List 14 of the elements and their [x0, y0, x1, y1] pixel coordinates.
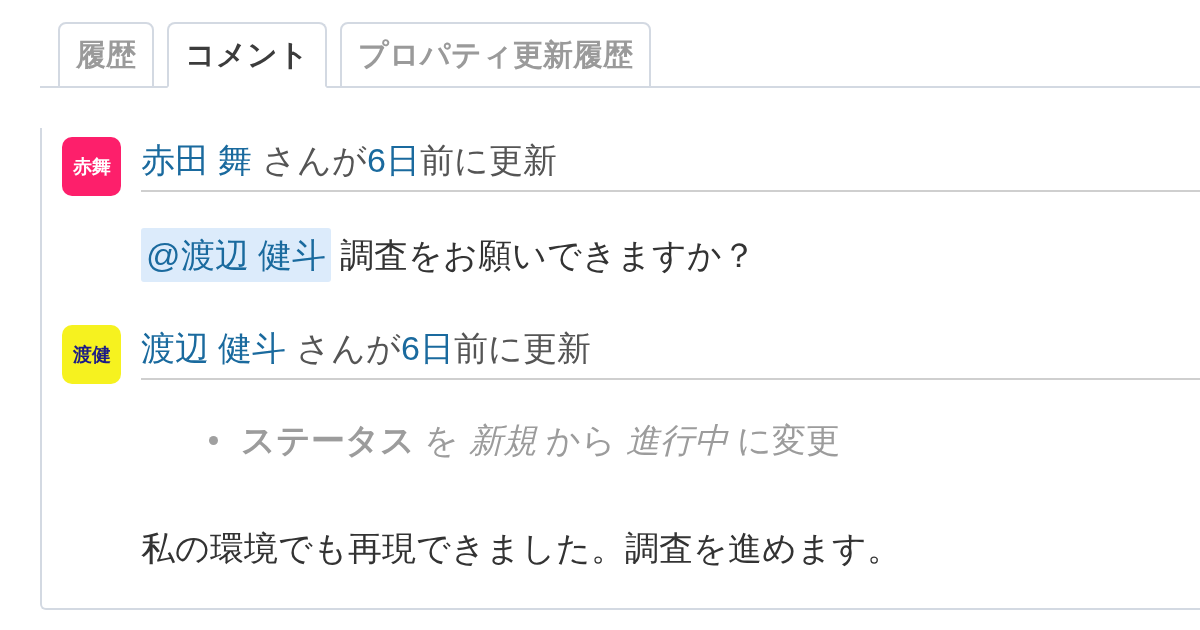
age-link[interactable]: 6日	[366, 141, 420, 179]
bullet-icon	[209, 435, 218, 445]
tab[interactable]: コメント	[167, 22, 327, 88]
comment-text: @渡辺 健斗 調査をお願いできますか？	[141, 228, 1200, 282]
author-link[interactable]: 赤田 舞	[141, 141, 253, 179]
journal-header: 赤田 舞 さんが6日前に更新	[141, 137, 1200, 192]
author-link[interactable]: 渡辺 健斗	[141, 329, 287, 367]
mention-link[interactable]: @渡辺 健斗	[141, 228, 331, 282]
avatar: 渡健	[62, 325, 121, 384]
age-link[interactable]: 6日	[400, 329, 454, 367]
avatar: 赤舞	[62, 137, 121, 196]
comment-text: 私の環境でも再現できました。調査を進めます。	[141, 528, 902, 568]
change-detail: ステータス を 新規 から 進行中 に変更	[241, 420, 841, 460]
journal-header: 渡辺 健斗 さんが6日前に更新	[141, 325, 1200, 380]
